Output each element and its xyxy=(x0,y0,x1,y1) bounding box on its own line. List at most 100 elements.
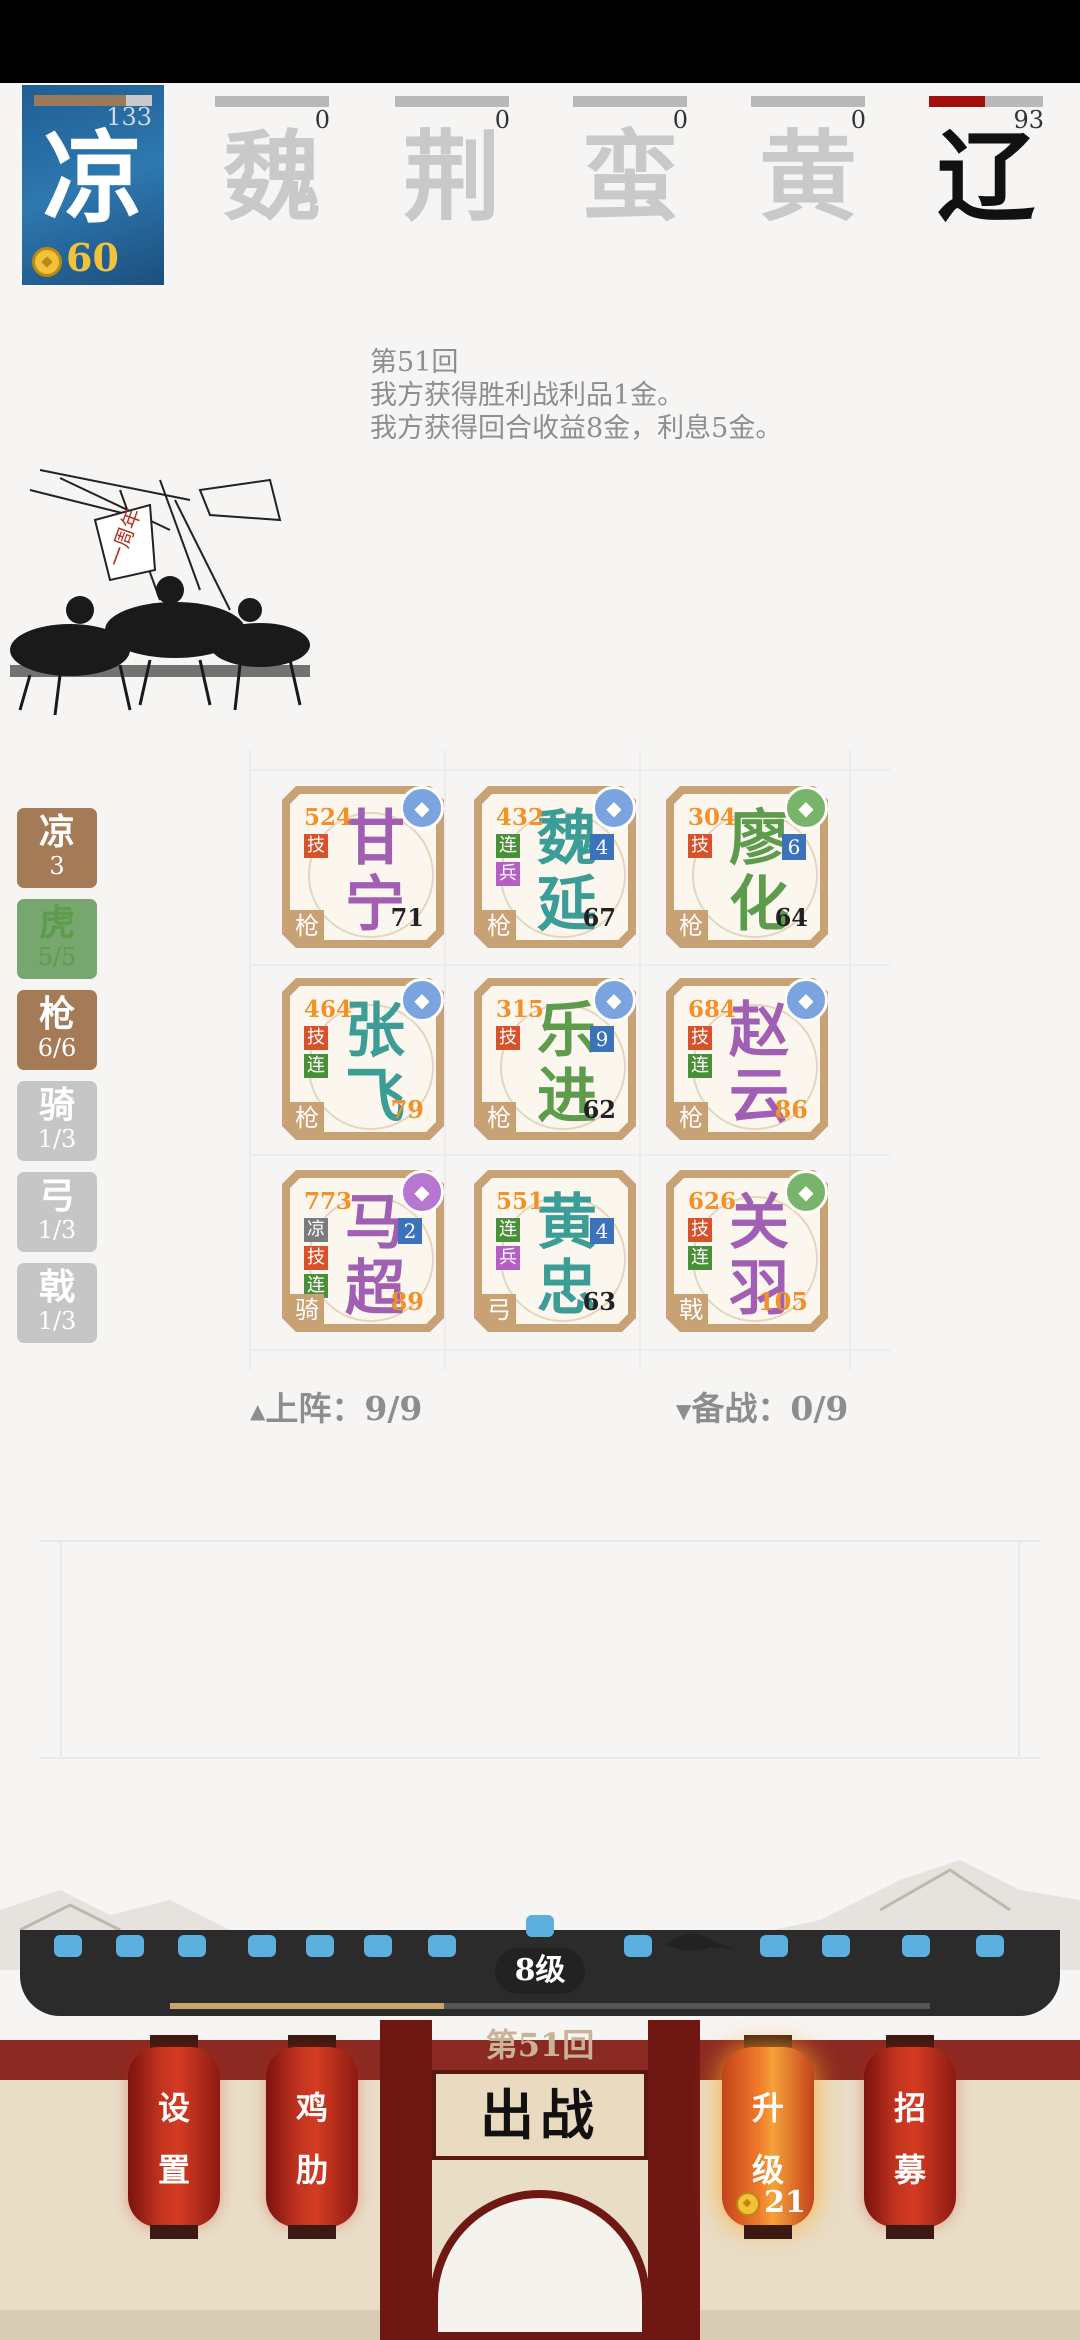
upgrade-button[interactable]: 升级 21 xyxy=(722,2035,814,2240)
weapon-type: 枪 xyxy=(674,910,708,942)
enemy-faction-name: 黄 xyxy=(758,120,857,235)
synergy-tab[interactable]: 戟 1/3 xyxy=(17,1263,97,1343)
hero-card[interactable]: 甘宁 524 技 71 枪 ◆ xyxy=(282,786,444,948)
synergy-count: 3 xyxy=(49,852,65,880)
enemy-faction[interactable]: 0荆 xyxy=(392,88,512,238)
hero-power: 551 xyxy=(496,1188,545,1215)
trait-tags: 技连 xyxy=(688,1218,714,1274)
upgrade-cost-value: 21 xyxy=(764,2185,806,2220)
trait-tag: 连 xyxy=(688,1054,712,1078)
battle-log: 第51回 我方获得胜利战利品1金。 我方获得回合收益8金，利息5金。 xyxy=(370,346,782,445)
synergy-tab[interactable]: 枪 6/6 xyxy=(17,990,97,1070)
coin-icon xyxy=(736,2192,761,2216)
trait-tag: 技 xyxy=(688,1218,712,1242)
trait-tag: 兵 xyxy=(496,862,520,886)
enemy-faction[interactable]: 0黄 xyxy=(748,88,868,238)
synergy-count: 1/3 xyxy=(37,1216,77,1244)
enemy-faction-name: 魏 xyxy=(222,120,321,235)
enemy-faction-name: 荆 xyxy=(402,120,501,235)
hero-card[interactable]: 黄忠 551 连兵 4 63 弓 xyxy=(474,1170,636,1332)
trait-tag: 技 xyxy=(304,1246,328,1270)
hero-card[interactable]: 廖化 304 技 6 64 枪 ◆ xyxy=(666,786,828,948)
hero-level: 105 xyxy=(757,1287,808,1316)
recruit-button[interactable]: 招募 xyxy=(864,2035,956,2240)
trait-tag: 技 xyxy=(688,1026,712,1050)
hero-level: 62 xyxy=(582,1095,616,1124)
synergy-count: 1/3 xyxy=(37,1125,77,1153)
enemy-hp-bar xyxy=(573,96,687,107)
weapon-type: 枪 xyxy=(290,910,324,942)
trait-tag: 兵 xyxy=(496,1246,520,1270)
gate-pillar-right xyxy=(648,2020,700,2340)
xp-bar xyxy=(170,2003,930,2009)
hero-power: 626 xyxy=(688,1188,737,1215)
bench-unit-icon xyxy=(760,1935,788,1957)
enemy-hp-bar xyxy=(215,96,329,107)
deploy-count: ▲上阵：9/9 xyxy=(250,1382,422,1430)
hero-level: 86 xyxy=(774,1095,808,1124)
chicken-rib-button[interactable]: 鸡肋 xyxy=(266,2035,358,2240)
hero-power: 773 xyxy=(304,1188,353,1215)
hero-power: 304 xyxy=(688,804,737,831)
trait-tag: 连 xyxy=(304,1054,328,1078)
hero-card[interactable]: 马超 773 凉技连 2 89 骑 ◆ xyxy=(282,1170,444,1332)
synergy-tab[interactable]: 弓 1/3 xyxy=(17,1172,97,1252)
synergy-tab[interactable]: 凉3 xyxy=(17,808,97,888)
enemy-faction-name: 蛮 xyxy=(580,120,679,235)
hero-power: 464 xyxy=(304,996,353,1023)
settings-button[interactable]: 设置 xyxy=(128,2035,220,2240)
recruit-label: 招募 xyxy=(893,2089,926,2189)
weapon-type: 弓 xyxy=(482,1294,516,1326)
gate-pillar-left xyxy=(380,2020,432,2340)
trait-tag: 技 xyxy=(688,834,712,858)
bench-unit-icon xyxy=(248,1935,276,1957)
hero-count: 2 xyxy=(398,1218,422,1244)
hero-level: 89 xyxy=(390,1287,424,1316)
hero-power: 524 xyxy=(304,804,353,831)
fight-button[interactable]: 出战 xyxy=(432,2070,648,2160)
triangle-up-icon: ▲ xyxy=(250,1399,266,1423)
trait-tags: 技 xyxy=(496,1026,522,1054)
bench-unit-icon xyxy=(976,1935,1004,1957)
deploy-label: 上阵：9/9 xyxy=(265,1389,423,1428)
hero-power: 315 xyxy=(496,996,545,1023)
weapon-type: 枪 xyxy=(290,1102,324,1134)
trait-tag: 连 xyxy=(688,1246,712,1270)
enemy-hp-bar xyxy=(395,96,509,107)
weapon-type: 枪 xyxy=(482,1102,516,1134)
player-gold-value: 60 xyxy=(66,235,119,280)
enemy-faction[interactable]: 0蛮 xyxy=(570,88,690,238)
trait-tags: 技 xyxy=(688,834,714,862)
synergy-name: 骑 xyxy=(38,1084,75,1126)
player-faction-panel[interactable]: 133 凉 60 xyxy=(22,85,164,285)
lantern-cap xyxy=(288,2225,336,2239)
enemy-faction[interactable]: 0魏 xyxy=(212,88,332,238)
log-line: 我方获得胜利战利品1金。 xyxy=(370,380,685,411)
upgrade-label: 升级 xyxy=(751,2089,784,2189)
synergy-name: 枪 xyxy=(38,993,75,1035)
reserve-count: ▼备战：0/9 xyxy=(676,1382,848,1430)
weapon-type: 骑 xyxy=(290,1294,324,1326)
trait-tag: 连 xyxy=(496,1218,520,1242)
settings-label: 设置 xyxy=(157,2089,190,2189)
bench-unit-icon xyxy=(822,1935,850,1957)
crow-icon xyxy=(665,1933,738,1951)
trait-tags: 技 xyxy=(304,834,330,862)
weapon-type: 枪 xyxy=(674,1102,708,1134)
enemy-faction[interactable]: 93 辽 xyxy=(926,88,1046,238)
log-round: 第51回 xyxy=(370,347,459,378)
trait-tag: 凉 xyxy=(304,1218,328,1242)
hero-card[interactable]: 魏延 432 连兵 4 67 枪 ◆ xyxy=(474,786,636,948)
hero-card[interactable]: 乐进 315 技 9 62 枪 ◆ xyxy=(474,978,636,1140)
hero-power: 432 xyxy=(496,804,545,831)
hero-card[interactable]: 赵云 684 技连 86 枪 ◆ xyxy=(666,978,828,1140)
hero-level: 79 xyxy=(390,1095,424,1124)
status-bar xyxy=(0,0,1080,83)
synergy-tab[interactable]: 骑 1/3 xyxy=(17,1081,97,1161)
bench-area[interactable] xyxy=(40,1540,1040,1759)
enemy-faction-name: 辽 xyxy=(936,120,1035,235)
hero-card[interactable]: 关羽 626 技连 105 戟 ◆ xyxy=(666,1170,828,1332)
synergy-count: 6/6 xyxy=(37,1034,77,1062)
synergy-tab[interactable]: 虎 5/5 xyxy=(17,899,97,979)
hero-card[interactable]: 张飞 464 技连 79 枪 ◆ xyxy=(282,978,444,1140)
